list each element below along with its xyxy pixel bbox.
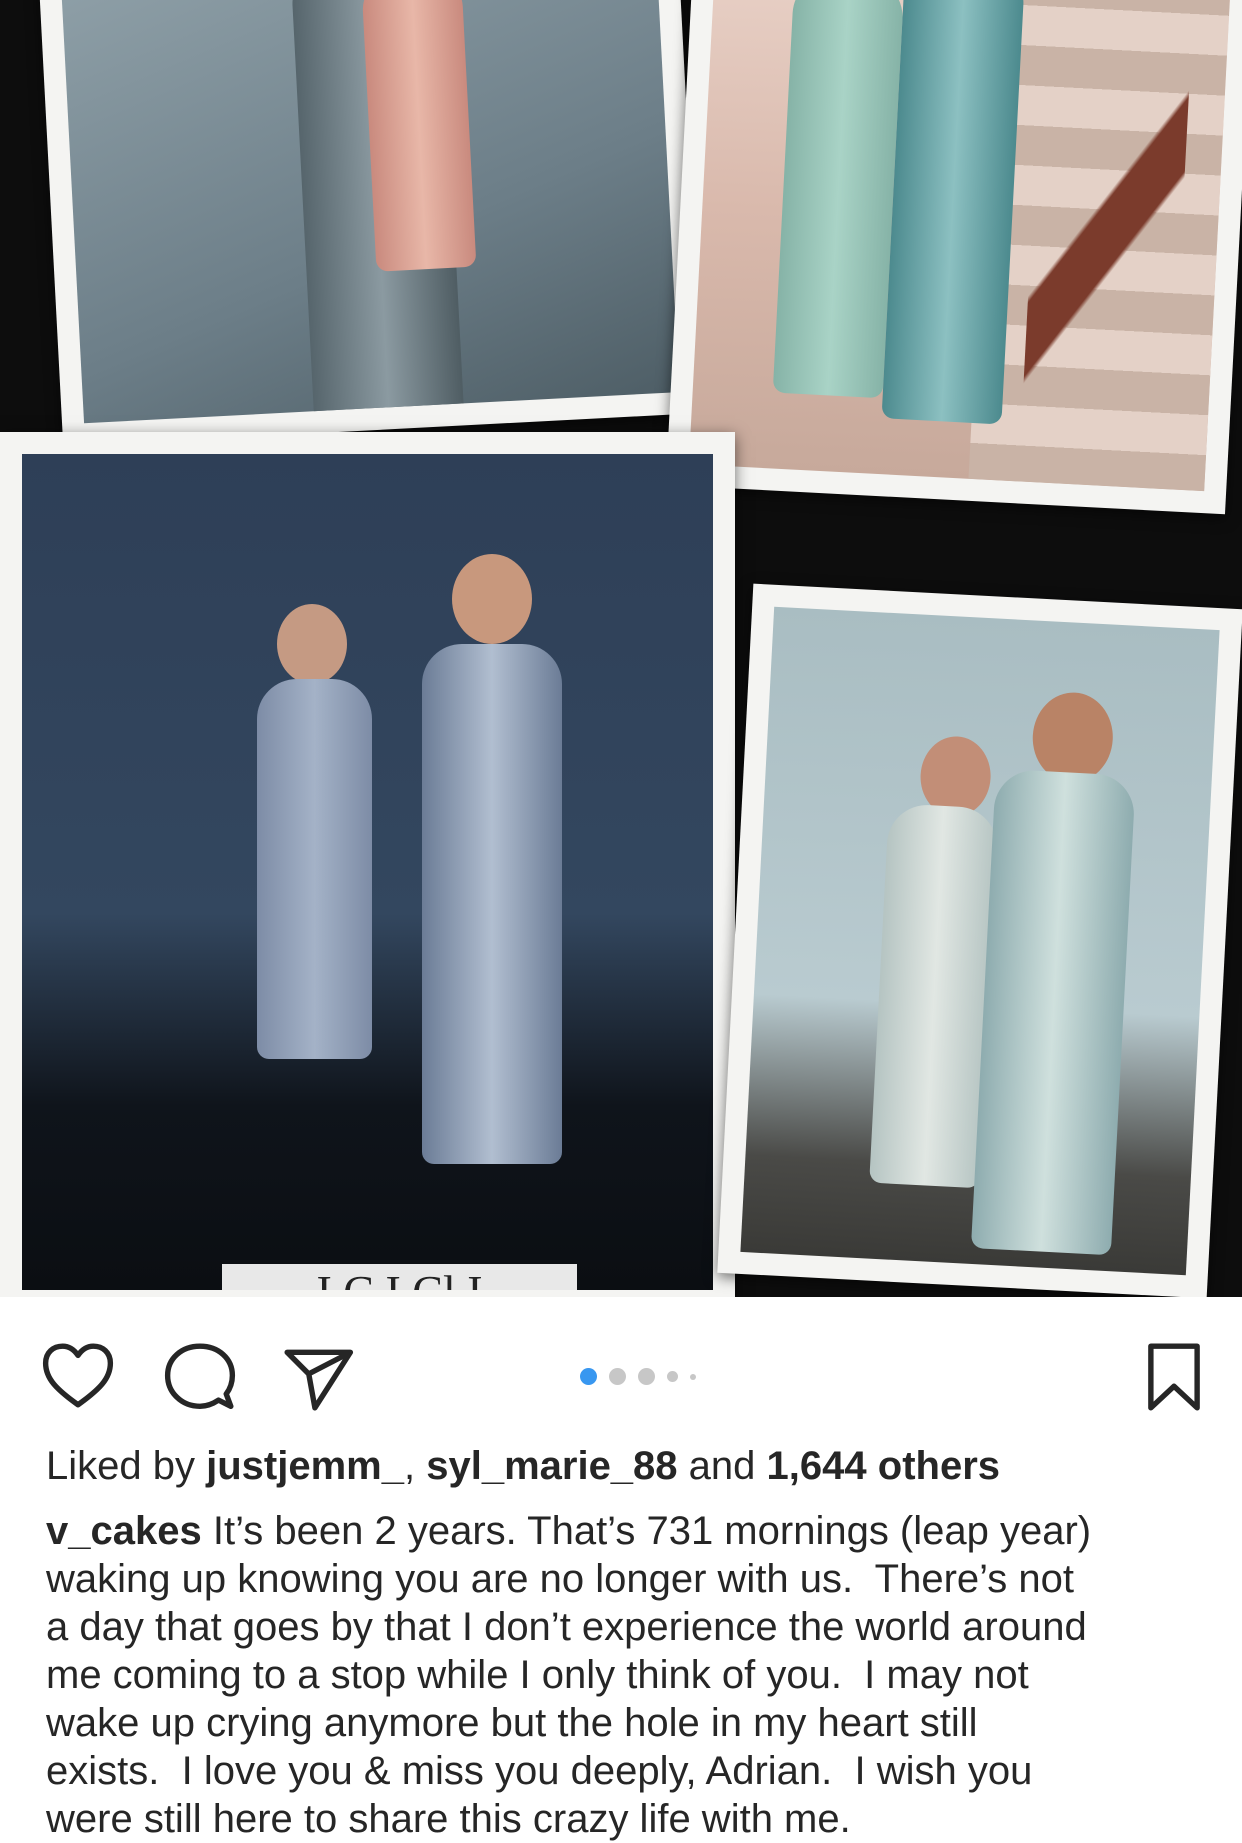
likes-prefix: Liked by (46, 1444, 195, 1488)
likes-separator: , (403, 1444, 416, 1488)
carousel-dot (667, 1371, 678, 1382)
post-caption: v_cakes It’s been 2 years. That’s 731 mo… (46, 1507, 1216, 1843)
carousel-dot (690, 1373, 696, 1380)
comment-button[interactable] (160, 1337, 240, 1417)
caption-username-link[interactable]: v_cakes (46, 1509, 202, 1553)
paper-plane-icon (284, 1349, 354, 1411)
heart-outline-icon (42, 1343, 114, 1408)
carousel-dot (638, 1368, 655, 1385)
photo-print-top-left (37, 0, 703, 447)
comment-bubble-icon (164, 1343, 236, 1409)
save-button[interactable] (1134, 1337, 1214, 1417)
bookmark-outline-icon (1148, 1343, 1200, 1411)
carousel-indicator (580, 1368, 696, 1385)
post-photo[interactable]: I C I Cl I (0, 0, 1242, 1297)
likes-and: and (688, 1444, 756, 1488)
caption-text: It’s been 2 years. That’s 731 mornings (… (46, 1509, 1092, 1841)
liked-by-user-link[interactable]: justjemm_ (206, 1444, 404, 1488)
post-action-bar (0, 1297, 1242, 1447)
liked-by-user-link[interactable]: syl_marie_88 (426, 1444, 677, 1488)
likes-summary: Liked by justjemm_, syl_marie_88 and 1,6… (46, 1440, 1206, 1492)
likes-others-link[interactable]: 1,644 others (767, 1444, 1000, 1488)
like-button[interactable] (38, 1337, 118, 1417)
photo-sign-text: I C I Cl I (222, 1264, 577, 1290)
photo-print-top-right (665, 0, 1242, 515)
carousel-dot (580, 1368, 597, 1385)
share-button[interactable] (278, 1337, 358, 1417)
photo-print-bottom-left: I C I Cl I (0, 432, 735, 1297)
carousel-dot (609, 1368, 626, 1385)
photo-print-bottom-right (717, 583, 1242, 1297)
